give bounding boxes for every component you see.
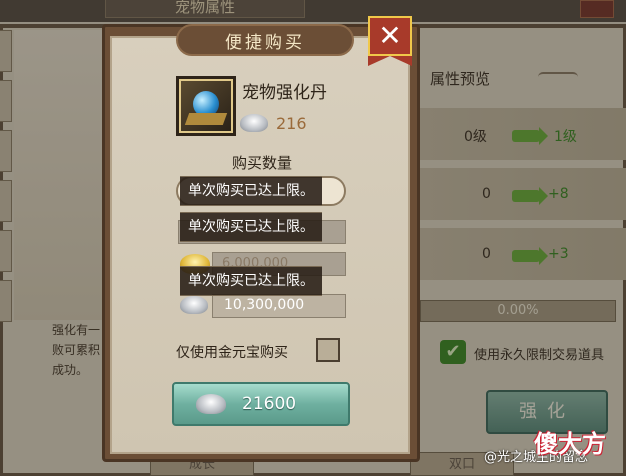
close-button[interactable]: ✕ xyxy=(368,16,412,66)
item-name: 宠物强化丹 xyxy=(242,83,327,103)
item-price: 216 xyxy=(276,114,307,133)
close-ribbon xyxy=(368,56,412,66)
silver-ingot-icon xyxy=(240,114,268,132)
watermark-logo: 傻大方 xyxy=(534,430,606,458)
item-icon-frame xyxy=(176,76,236,136)
silver-ingot-icon xyxy=(180,296,208,314)
dialog-title: 便捷购买 xyxy=(225,33,305,53)
pet-enhance-pill-icon xyxy=(181,81,231,131)
silver-ingot-icon xyxy=(196,394,226,414)
quantity-label: 购买数量 xyxy=(232,154,293,172)
silver-amount: 10,300,000 xyxy=(224,297,305,313)
item-base xyxy=(184,113,228,125)
limit-toast: 单次购买已达上限。 xyxy=(180,176,322,206)
buy-amount: 21600 xyxy=(242,394,297,414)
close-icon: ✕ xyxy=(368,16,412,56)
gold-only-checkbox[interactable] xyxy=(316,338,340,362)
limit-toast: 单次购买已达上限。 xyxy=(180,266,322,296)
gold-only-label: 仅使用金元宝购买 xyxy=(176,345,288,361)
limit-toast: 单次购买已达上限。 xyxy=(180,212,322,242)
